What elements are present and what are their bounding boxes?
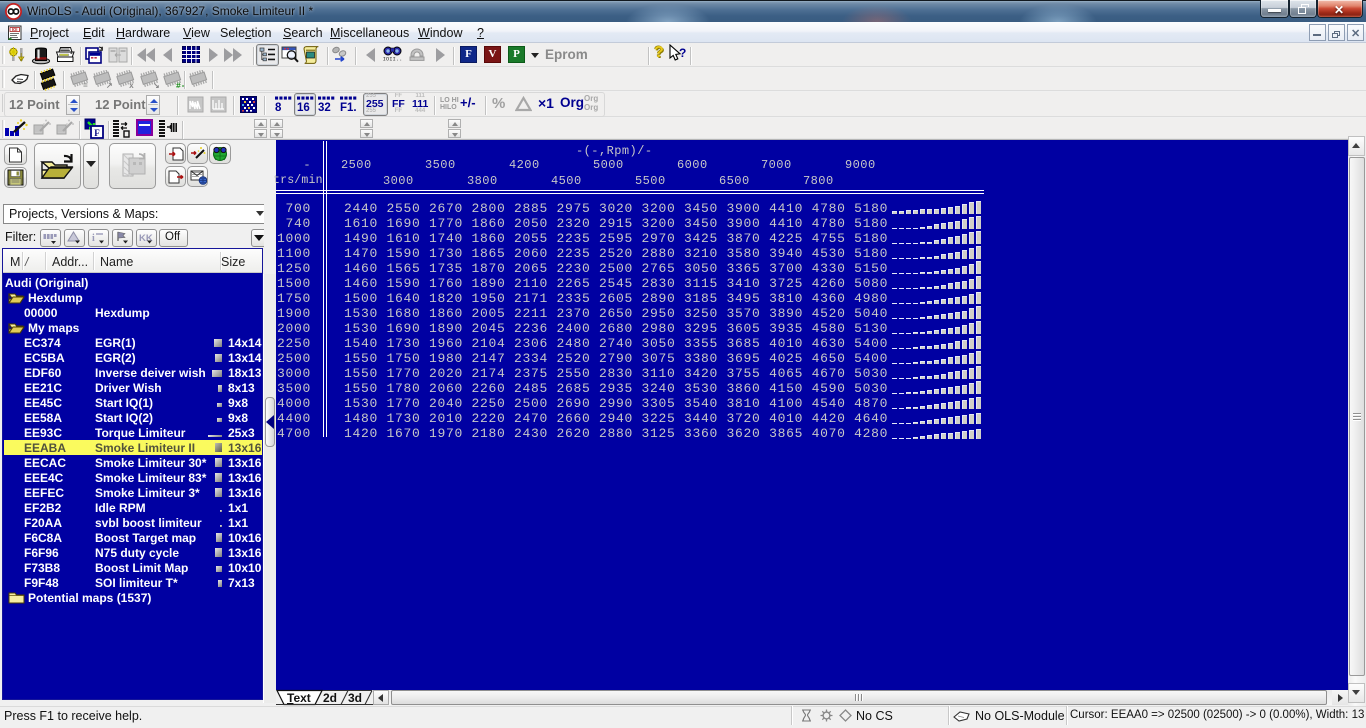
- svg-text:IOII..: IOII..: [383, 56, 402, 63]
- svg-text:32: 32: [318, 102, 331, 114]
- svg-text:IOI: IOI: [12, 27, 18, 32]
- svg-text:x: x: [129, 82, 134, 90]
- svg-text:F: F: [94, 128, 100, 138]
- svg-text:=: =: [83, 82, 88, 90]
- svg-text:?: ?: [679, 46, 686, 60]
- svg-text:KK: KK: [139, 233, 153, 244]
- svg-text:↘: ↘: [153, 82, 160, 90]
- svg-text:↗: ↗: [106, 82, 113, 90]
- svg-text:i: i: [92, 233, 95, 244]
- svg-text:8: 8: [275, 102, 282, 114]
- svg-text:16: 16: [297, 102, 310, 114]
- svg-text:F1.: F1.: [340, 102, 357, 114]
- svg-text:#-#: #-#: [176, 82, 184, 90]
